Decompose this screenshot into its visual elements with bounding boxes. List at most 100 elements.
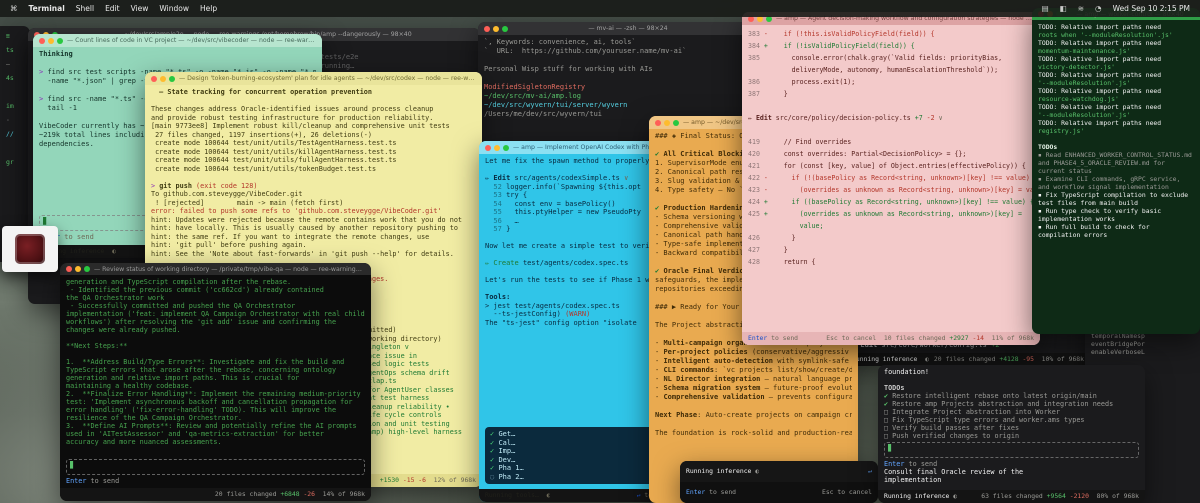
terminal-line: '--moduleResolution'.js' [1038, 111, 1131, 119]
terminal-line: 420 const overrides: Partial<DecisionPol… [748, 150, 967, 158]
display-icon[interactable]: ◧ [1060, 4, 1067, 13]
window-rebase-todos-terminal[interactable]: foundation!​TODOs✔ Restore intelligent r… [878, 365, 1145, 503]
terminal-line: ≡ [6, 32, 10, 40]
window-controls [66, 266, 90, 272]
window-qa-review-terminal[interactable]: — Review status of working directory — /… [60, 263, 371, 501]
menu-item-help[interactable]: Help [200, 4, 217, 13]
titlebar[interactable]: — Design 'token-burning-ecosystem' plan … [145, 72, 482, 85]
terminal-line: ▪ Run type check to verify basic impleme… [1038, 207, 1165, 223]
terminal-line: To github.com.steveygge/VibeCoder.git [151, 190, 303, 198]
window-inference-strip[interactable]: Running inference ◐ ↵ Enter to send Esc … [680, 461, 878, 503]
terminal-line: Next Phase: Auto-create projects on camp… [655, 411, 852, 419]
terminal-line: - CLI commands: `vc projects list/show/c… [655, 366, 852, 374]
titlebar[interactable]: — mv-ai — -zsh — 98×24 [478, 22, 750, 35]
zoom-button[interactable] [169, 75, 175, 82]
window-controls [484, 25, 508, 32]
terminal-line: `, Keywords: convenience, ai, tools` [484, 38, 636, 46]
terminal-output: 383 - if (!this.isValidPolicyField(field… [742, 25, 1040, 332]
zoom-button[interactable] [502, 25, 508, 32]
terminal-line: TODO: Relative import paths need [1038, 103, 1162, 111]
terminal-line: - Comprehensive validation — prevents co… [655, 393, 852, 401]
terminal-line: 386 process.exit(1); [748, 78, 856, 86]
wifi-icon[interactable]: ≋ [1078, 4, 1084, 13]
terminal-line: ​ [748, 100, 1034, 112]
terminal-line: TODO: Relative import paths need [1038, 119, 1162, 127]
menu-item-shell[interactable]: Shell [76, 4, 94, 13]
prompt-input[interactable]: ▊ [884, 442, 1139, 458]
close-button[interactable] [39, 37, 45, 44]
close-button[interactable] [66, 266, 72, 272]
terminal-line: create mode 100644 test/unit/utils/fullA… [151, 156, 397, 164]
preview-thumbnail-window[interactable] [2, 226, 58, 272]
close-button[interactable] [484, 25, 490, 32]
terminal-line: Thinking [39, 50, 73, 58]
status-bar: Enter to send Esc to cancel 10 files cha… [742, 332, 1040, 345]
zoom-button[interactable] [57, 37, 63, 44]
window-controls [485, 144, 509, 151]
window-import-todos-terminal[interactable]: — amp — worker-control — 80×40 TODO: Rel… [1032, 8, 1200, 334]
terminal-line: ✓ Dev… [490, 455, 516, 464]
menu-item-window[interactable]: Window [159, 4, 189, 13]
terminal-line: - Identified the previous commit ('cc662… [66, 286, 324, 294]
terminal-line: eventBridgePor [1091, 340, 1145, 348]
minimize-button[interactable] [160, 75, 166, 82]
zoom-button[interactable] [503, 144, 509, 151]
close-button[interactable] [151, 75, 157, 82]
menu-item-terminal[interactable]: Terminal [29, 4, 65, 13]
queued-message: Consult final Oracle review of the implem… [884, 468, 1139, 484]
terminal-line: im [6, 102, 14, 110]
terminal-line: ~/dev/src/mv-ai/amp.log [484, 92, 581, 100]
window-controls [39, 37, 63, 44]
window-title: — Design 'token-burning-ecosystem' plan … [179, 75, 476, 82]
terminal-line: ` URL: https://github.com/youruser.name/… [484, 47, 687, 55]
terminal-line: ▊ [888, 444, 893, 452]
minimize-button[interactable] [48, 37, 54, 44]
minimize-button[interactable] [75, 266, 81, 272]
terminal-line: ~/dev/src/wyvern/tui/server/wyvern [484, 101, 628, 109]
status-bar: ​ 20 files changed +6848 -26 14% of 968k [60, 488, 371, 501]
window-controls [151, 75, 175, 82]
terminal-line: ​ [884, 376, 1139, 384]
prompt-input[interactable]: ▊ [66, 459, 365, 475]
window-decision-policy-terminal[interactable]: — amp — Agent decision-making workflow a… [742, 12, 1040, 345]
menu-item-edit[interactable]: Edit [105, 4, 120, 13]
terminal-line: Running tools… ◐ [485, 491, 551, 499]
minimize-button[interactable] [493, 25, 499, 32]
zoom-button[interactable] [84, 266, 90, 272]
terminal-line: 63 files changed +9564 -2120 80% of 968k [981, 492, 1139, 500]
terminal-output: `, Keywords: convenience, ai, tools` ` UR… [478, 35, 750, 122]
minimize-button[interactable] [664, 119, 670, 126]
apple-menu-icon[interactable]: ⌘ [10, 4, 18, 13]
menu-bar-clock[interactable]: Wed Sep 10 2:15 PM [1113, 4, 1190, 13]
status-bar: Enter to send Esc to cancel [680, 482, 878, 503]
terminal-line: test: 'Implement asynchronous backoff an… [66, 398, 353, 406]
close-button[interactable] [655, 119, 661, 126]
terminal-line: > git push (exit code 128) [151, 181, 258, 190]
terminal-line: momentum-maintenance.js' [1038, 47, 1131, 55]
terminal-line: ✔ Restore amp Projects abstraction and i… [884, 400, 1114, 408]
terminal-line: - Per-project policies (conservative/agg… [655, 348, 849, 356]
terminal-line: TODO: Relative import paths need [1038, 87, 1162, 95]
terminal-line: TypeScript errors that arose after the r… [66, 366, 337, 374]
terminal-line: +1530 -15 -6 12% of 968k [379, 476, 476, 484]
titlebar[interactable]: — Review status of working directory — /… [60, 263, 371, 275]
todo-list: ▪ Read ENHANCED_WORKER_CONTROL_STATUS.md… [1038, 151, 1194, 239]
terminal-line: 384 + if (!isValidPolicyField(field)) { [748, 42, 915, 50]
titlebar[interactable]: — Count lines of code in VC project — ~/… [33, 34, 322, 47]
terminal-line: ​ [748, 124, 1034, 136]
terminal-line: resource-watchdog.js' [1038, 95, 1119, 103]
menu-item-view[interactable]: View [131, 4, 149, 13]
terminal-line: Running inference ◐ [884, 492, 958, 500]
terminal-line: Esc to cancel 10 files changed +2927 -14… [826, 334, 1034, 342]
minimize-button[interactable] [494, 144, 500, 151]
zoom-button[interactable] [673, 119, 679, 126]
terminal-line: workflows') after resolving the 'git add… [66, 318, 337, 326]
terminal-line: 422 - if (!(basePolicy as Record<string,… [748, 174, 1034, 182]
control-center-icon[interactable]: ◔ [1095, 4, 1102, 13]
terminal-line: - NL Director integration — natural lang… [655, 375, 852, 383]
window-title: — Review status of working directory — /… [94, 265, 365, 273]
terminal-line: These changes address Oracle-identified … [151, 105, 434, 113]
terminal-line: ​ [39, 59, 316, 68]
battery-icon[interactable]: ▤ [1042, 4, 1049, 13]
close-button[interactable] [485, 144, 491, 151]
